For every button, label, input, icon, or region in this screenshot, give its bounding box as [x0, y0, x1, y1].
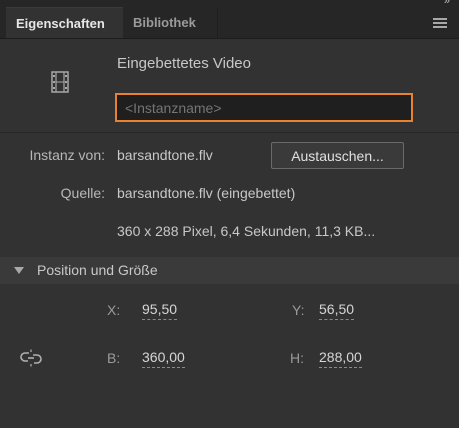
- properties-panel: » Eigenschaften Bibliothek Eingebettetes…: [0, 0, 459, 428]
- link-icon[interactable]: [20, 349, 42, 367]
- y-label: Y:: [292, 302, 305, 318]
- x-label: X:: [107, 302, 121, 318]
- source-label: Quelle:: [60, 185, 105, 201]
- instance-of-label: Instanz von:: [29, 147, 106, 163]
- panel-menu-icon[interactable]: [433, 18, 447, 28]
- collapse-triangle-icon[interactable]: [14, 267, 24, 274]
- height-value[interactable]: 288,00: [319, 349, 362, 368]
- panel-top-strip: »: [0, 0, 459, 7]
- swap-button[interactable]: Austauschen...: [271, 142, 404, 169]
- source-value: barsandtone.flv (eingebettet): [117, 185, 296, 201]
- x-value[interactable]: 95,50: [142, 301, 178, 320]
- tab-eigenschaften[interactable]: Eigenschaften: [6, 7, 123, 38]
- video-details: 360 x 288 Pixel, 6,4 Sekunden, 11,3 KB..…: [117, 223, 376, 239]
- instance-of-value: barsandtone.flv: [117, 147, 213, 163]
- tab-bar: Eigenschaften Bibliothek: [0, 7, 459, 39]
- instance-name-input[interactable]: [115, 93, 413, 122]
- section-title: Position und Größe: [37, 262, 158, 278]
- divider: [0, 132, 459, 133]
- tab-bibliothek[interactable]: Bibliothek: [123, 7, 218, 38]
- collapse-arrows-icon[interactable]: »: [444, 0, 450, 7]
- y-value[interactable]: 56,50: [319, 301, 355, 320]
- height-label: H:: [290, 350, 304, 366]
- object-type-label: Eingebettetes Video: [117, 55, 251, 72]
- width-label: B:: [107, 350, 121, 366]
- film-icon: [51, 71, 69, 93]
- width-value[interactable]: 360,00: [142, 349, 185, 368]
- section-position-size[interactable]: Position und Größe: [0, 257, 459, 284]
